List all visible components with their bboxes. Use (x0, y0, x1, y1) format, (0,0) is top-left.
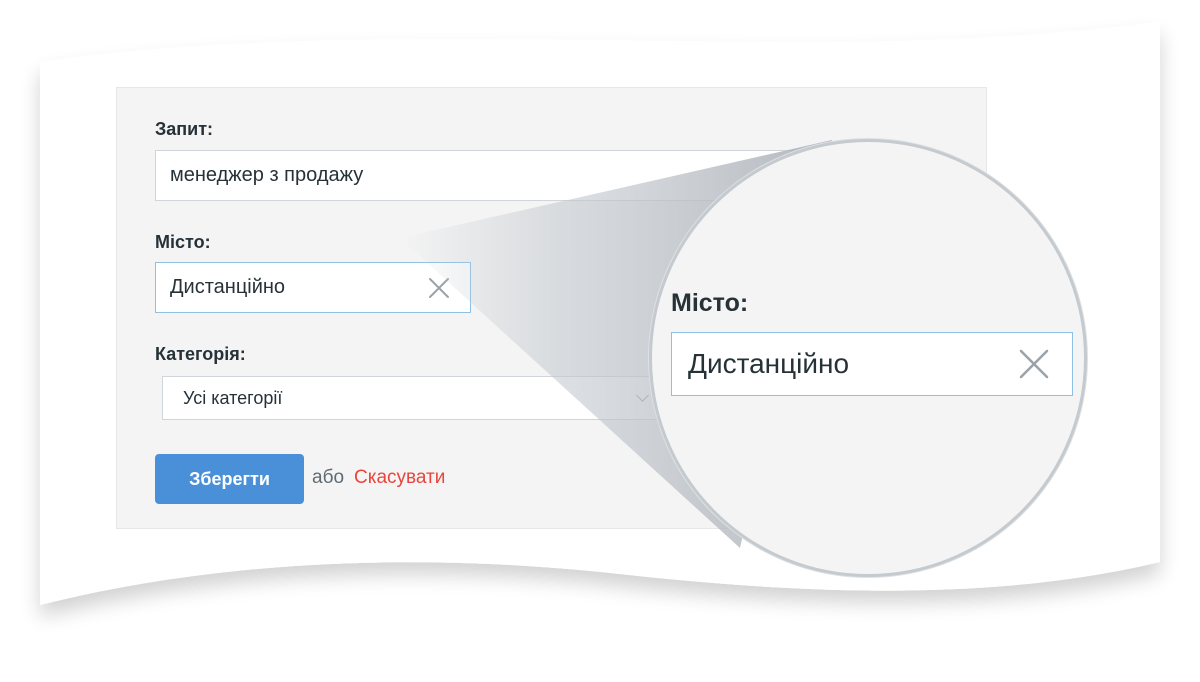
city-input-value: Дистанційно (170, 276, 286, 298)
magnified-city-value: Дистанційно (688, 348, 850, 379)
cancel-link[interactable]: Скасувати (354, 467, 445, 489)
save-button[interactable]: Зберегти (155, 454, 304, 504)
category-select[interactable]: Усі категорії (162, 376, 670, 420)
category-label: Категорія: (155, 344, 246, 364)
magnified-city-label: Місто: (671, 289, 749, 317)
query-label: Запит: (155, 119, 214, 139)
query-input[interactable]: менеджер з продажу (155, 150, 810, 201)
close-icon[interactable] (428, 277, 450, 299)
city-input[interactable]: Дистанційно (155, 262, 471, 313)
magnified-city-input: Дистанційно (671, 332, 1073, 396)
magnified-close-icon (1019, 349, 1049, 379)
magnifier-lens: Місто: Дистанційно (649, 139, 1087, 577)
category-selected-value: Усі категорії (183, 387, 283, 408)
city-label: Місто: (155, 232, 211, 252)
or-text: або (312, 467, 345, 488)
